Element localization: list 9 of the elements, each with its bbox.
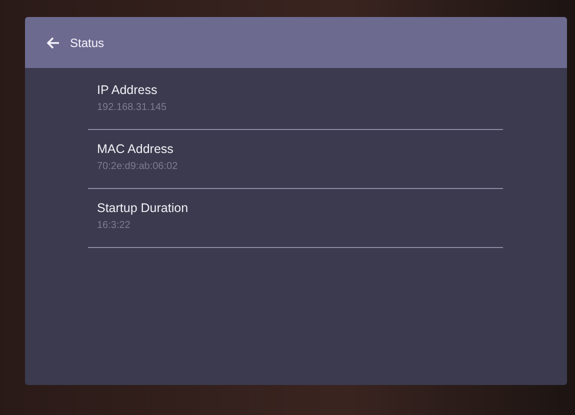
item-value: 16:3:22 bbox=[97, 220, 132, 232]
item-label: IP Address bbox=[97, 83, 158, 98]
item-value: 192.168.31.145 bbox=[97, 102, 168, 114]
back-arrow-icon bbox=[46, 36, 60, 50]
header-title: Status bbox=[70, 36, 104, 50]
back-button[interactable] bbox=[46, 36, 60, 50]
item-label: MAC Address bbox=[97, 142, 174, 157]
item-value: 70:2e:d9:ab:06:02 bbox=[97, 161, 179, 173]
item-label: Startup Duration bbox=[97, 201, 190, 216]
